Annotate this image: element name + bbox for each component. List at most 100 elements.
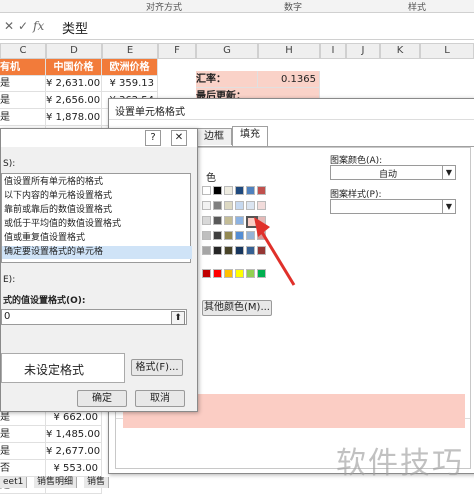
color-swatch[interactable] [213,201,222,210]
cell-organic[interactable]: 否 [0,460,46,477]
ribbon-group-bar: 对齐方式 数字 样式 [0,0,474,13]
cell-china-price[interactable]: ¥ 1,878.00 [46,109,102,126]
rule-type-item[interactable]: 确定要设置格式的单元格 [2,246,192,259]
close-icon[interactable]: ✕ [171,130,187,146]
select-type-label: S): [3,159,16,169]
cancel-icon[interactable]: ✕ [4,19,14,33]
formula-label: 式的值设置格式(O): [3,296,86,306]
color-swatch[interactable] [202,216,211,225]
color-swatch[interactable] [224,201,233,210]
sheet-tab[interactable]: eet1 [0,477,28,488]
pattern-color-select[interactable]: 自动 ▼ [330,165,456,180]
cell-organic[interactable]: 是 [0,109,46,126]
rule-type-item[interactable]: 靠前或靠后的数值设置格式 [2,204,192,217]
sheet-tab[interactable]: 销售 [84,477,110,488]
cell-europe-price[interactable]: ¥ 359.13 [102,75,158,92]
color-swatch[interactable] [224,231,233,240]
color-swatch[interactable] [213,246,222,255]
ribbon-group-number: 数字 [284,3,303,13]
background-color-label: 色 [206,173,216,184]
color-swatch[interactable] [224,246,233,255]
cell-china-price[interactable]: ¥ 1,485.00 [46,426,102,443]
help-icon[interactable]: ? [145,130,161,146]
color-swatch[interactable] [213,269,222,278]
formula-field[interactable]: 0 ⬆ [1,309,187,325]
column-header-i[interactable]: I [320,43,346,59]
column-header-k[interactable]: K [380,43,420,59]
column-header-g[interactable]: G [196,43,258,59]
rule-type-item[interactable]: 以下内容的单元格设置格式 [2,190,192,203]
format-cells-titlebar: 设置单元格格式 [109,99,474,120]
confirm-icon[interactable]: ✓ [18,19,28,33]
color-swatch[interactable] [213,216,222,225]
chevron-down-icon[interactable]: ▼ [442,200,455,213]
column-header-e[interactable]: E [102,43,158,59]
color-swatch[interactable] [202,246,211,255]
color-swatch[interactable] [224,186,233,195]
cell-china-price[interactable]: ¥ 2,656.00 [46,92,102,109]
chevron-down-icon[interactable]: ▼ [442,166,455,179]
pattern-style-select[interactable]: ▼ [330,199,456,214]
sheet-tab[interactable]: 销售明细 [34,477,78,488]
column-header-d[interactable]: D [46,43,102,59]
column-header-f[interactable]: F [158,43,196,59]
color-swatch[interactable] [235,246,244,255]
tab-fill[interactable]: 填充 [232,126,268,146]
color-swatch[interactable] [246,186,255,195]
cell-organic[interactable]: 是 [0,75,46,92]
column-header-j[interactable]: J [346,43,380,59]
color-swatch[interactable] [202,269,211,278]
column-header-h[interactable]: H [258,43,320,59]
color-swatch[interactable] [235,269,244,278]
rule-type-item[interactable]: 或低于平均值的数值设置格式 [2,218,192,231]
color-swatch[interactable] [213,186,222,195]
color-swatch[interactable] [224,269,233,278]
color-swatch[interactable] [213,231,222,240]
header-china-price[interactable]: 中国价格 [46,59,102,76]
cell-organic[interactable]: 是 [0,426,46,443]
color-swatch[interactable] [235,231,244,240]
rate-value[interactable]: 0.1365 [258,71,320,88]
cell-china-price[interactable]: ¥ 2,631.00 [46,75,102,92]
color-swatch[interactable] [257,201,266,210]
ribbon-group-styles: 样式 [408,3,427,13]
color-swatch[interactable] [202,186,211,195]
formula-value: 0 [4,311,11,322]
format-cells-title: 设置单元格格式 [115,107,185,118]
color-swatch[interactable] [224,216,233,225]
header-organic[interactable]: 有机 [0,59,46,76]
formula-bar: ✕ ✓ fx 类型 [0,13,474,40]
cancel-button[interactable]: 取消 [135,390,185,407]
cell-china-price[interactable]: ¥ 2,677.00 [46,443,102,460]
ribbon-group-alignment: 对齐方式 [146,3,183,13]
cell-organic[interactable]: 是 [0,92,46,109]
edit-desc-label: E): [3,275,16,285]
formula-input[interactable]: 类型 [62,18,88,37]
color-swatch[interactable] [235,201,244,210]
rate-label[interactable]: 汇率： [196,71,258,88]
tab-border[interactable]: 边框 [196,128,232,145]
column-header-l[interactable]: L [420,43,474,59]
color-swatch[interactable] [202,231,211,240]
rule-type-list[interactable]: 值设置所有单元格的格式 以下内容的单元格设置格式 靠前或靠后的数值设置格式 或低于平均… [1,173,192,263]
color-swatch[interactable] [235,216,244,225]
color-swatch[interactable] [246,201,255,210]
collapse-dialog-icon[interactable]: ⬆ [171,311,185,325]
format-button[interactable]: 格式(F)... [131,359,183,376]
cell-china-price[interactable]: ¥ 553.00 [46,460,102,477]
red-arrow-annotation [254,217,296,286]
cell-organic[interactable]: 是 [0,443,46,460]
ok-button[interactable]: 确定 [77,390,127,407]
fx-icon[interactable]: fx [33,19,44,33]
more-colors-button[interactable]: 其他颜色(M)... [202,300,272,316]
rule-type-item[interactable]: 值或重复值设置格式 [2,232,192,245]
column-header-c[interactable]: C [0,43,46,59]
header-europe-price[interactable]: 欧洲价格 [102,59,158,76]
rule-type-item[interactable]: 值设置所有单元格的格式 [2,176,192,189]
color-swatch[interactable] [257,186,266,195]
format-preview-text: 未设定格式 [24,363,85,377]
watermark-text: 软件技巧 [336,446,464,481]
color-swatch[interactable] [235,186,244,195]
pattern-color-value: 自动 [379,170,398,180]
color-swatch[interactable] [202,201,211,210]
